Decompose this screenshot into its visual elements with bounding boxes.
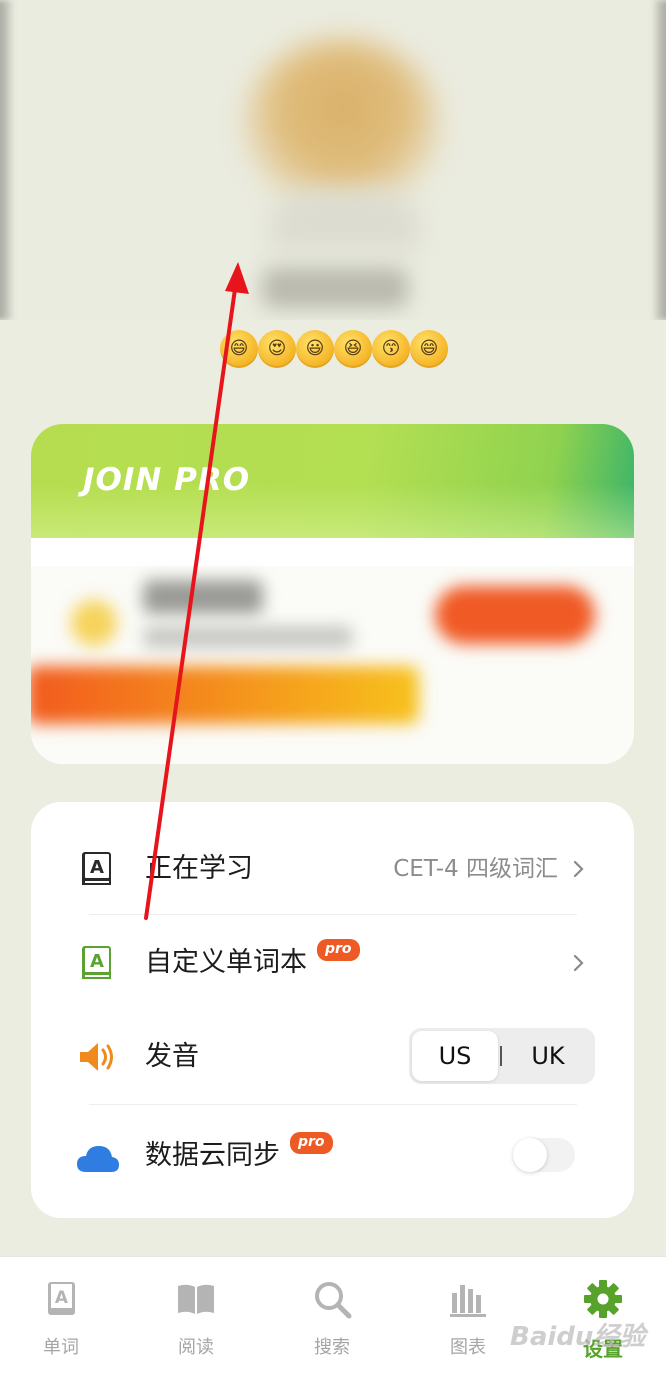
emoji-heart-eyes-icon: 😍 [258,330,296,368]
join-pro-title: JOIN PRO [83,462,251,498]
tab-reading[interactable]: 阅读 [141,1257,251,1385]
open-book-icon [178,1284,214,1314]
segment-separator [500,1046,502,1066]
pronunciation-uk-option[interactable]: UK [505,1031,591,1081]
cloud-sync-label: 数据云同步 pro [145,1132,333,1176]
tab-words-label: 单词 [43,1337,79,1358]
row-divider [89,914,577,915]
username-redacted [262,268,408,308]
settings-card: A 正在学习 CET-4 四级词汇 A 自定义单词本 pro 发音 US UK … [31,802,634,1218]
pronunciation-segmented-control: US UK [409,1028,595,1084]
svg-text:A: A [90,857,104,878]
emoji-laugh-icon: 😆 [334,330,372,368]
tab-charts-label: 图表 [450,1337,486,1358]
avatar-body-blur [270,190,420,250]
offer-subtitle-redacted [143,626,353,648]
row-divider [89,1104,577,1105]
emoji-smile-icon: 😃 [296,330,334,368]
right-edge-shadow [654,0,666,320]
offer-banner-redacted[interactable] [31,666,419,724]
emoji-grin-icon: 😄 [220,330,258,368]
speaker-icon [80,1043,113,1071]
avatar[interactable] [244,40,440,210]
profile-header [0,0,666,320]
gear-icon [584,1280,622,1318]
tab-search[interactable]: 搜索 [277,1257,387,1385]
search-icon [315,1282,352,1319]
vocab-book-icon: A [82,852,111,885]
cloud-sync-toggle[interactable] [513,1138,575,1172]
custom-wordbook-label: 自定义单词本 pro [145,939,360,983]
offer-coin-icon [71,600,117,646]
bar-chart-icon [450,1285,486,1317]
cloud-icon [77,1146,119,1172]
chevron-right-icon [573,861,584,877]
chevron-right-icon [573,955,584,971]
left-edge-shadow [0,0,12,320]
pronunciation-us-option[interactable]: US [412,1031,498,1081]
tab-search-label: 搜索 [314,1337,350,1358]
svg-text:A: A [90,951,104,972]
custom-wordbook-text: 自定义单词本 [145,947,307,978]
learning-label: 正在学习 [145,853,253,884]
tab-words[interactable]: A 单词 [6,1257,116,1385]
emoji-grin-icon: 😄 [410,330,448,368]
baidu-watermark: Baidu经验 [510,1322,646,1352]
emoji-kiss-icon: 😙 [372,330,410,368]
emoji-row: 😄 😍 😃 😆 😙 😄 [220,330,448,372]
cloud-sync-text: 数据云同步 [145,1140,280,1171]
tab-charts[interactable]: 图表 [413,1257,523,1385]
pronunciation-label: 发音 [145,1041,199,1072]
settings-row-custom-wordbook[interactable]: A 自定义单词本 pro [31,916,634,1010]
offer-title-redacted [143,580,263,614]
book-a-icon: A [48,1282,75,1315]
current-wordbook-value: CET-4 四级词汇 [393,856,558,882]
join-pro-card[interactable]: JOIN PRO [31,424,634,764]
buy-pro-button[interactable] [435,586,595,644]
tab-reading-label: 阅读 [178,1337,214,1358]
join-pro-banner: JOIN PRO [31,424,634,538]
toggle-knob [513,1138,547,1172]
svg-text:A: A [55,1288,69,1308]
pro-offer-redacted [31,566,634,764]
pro-badge: pro [290,1132,333,1154]
green-book-icon: A [82,946,111,979]
pro-badge: pro [317,939,360,961]
settings-row-learning[interactable]: A 正在学习 CET-4 四级词汇 [31,822,634,916]
